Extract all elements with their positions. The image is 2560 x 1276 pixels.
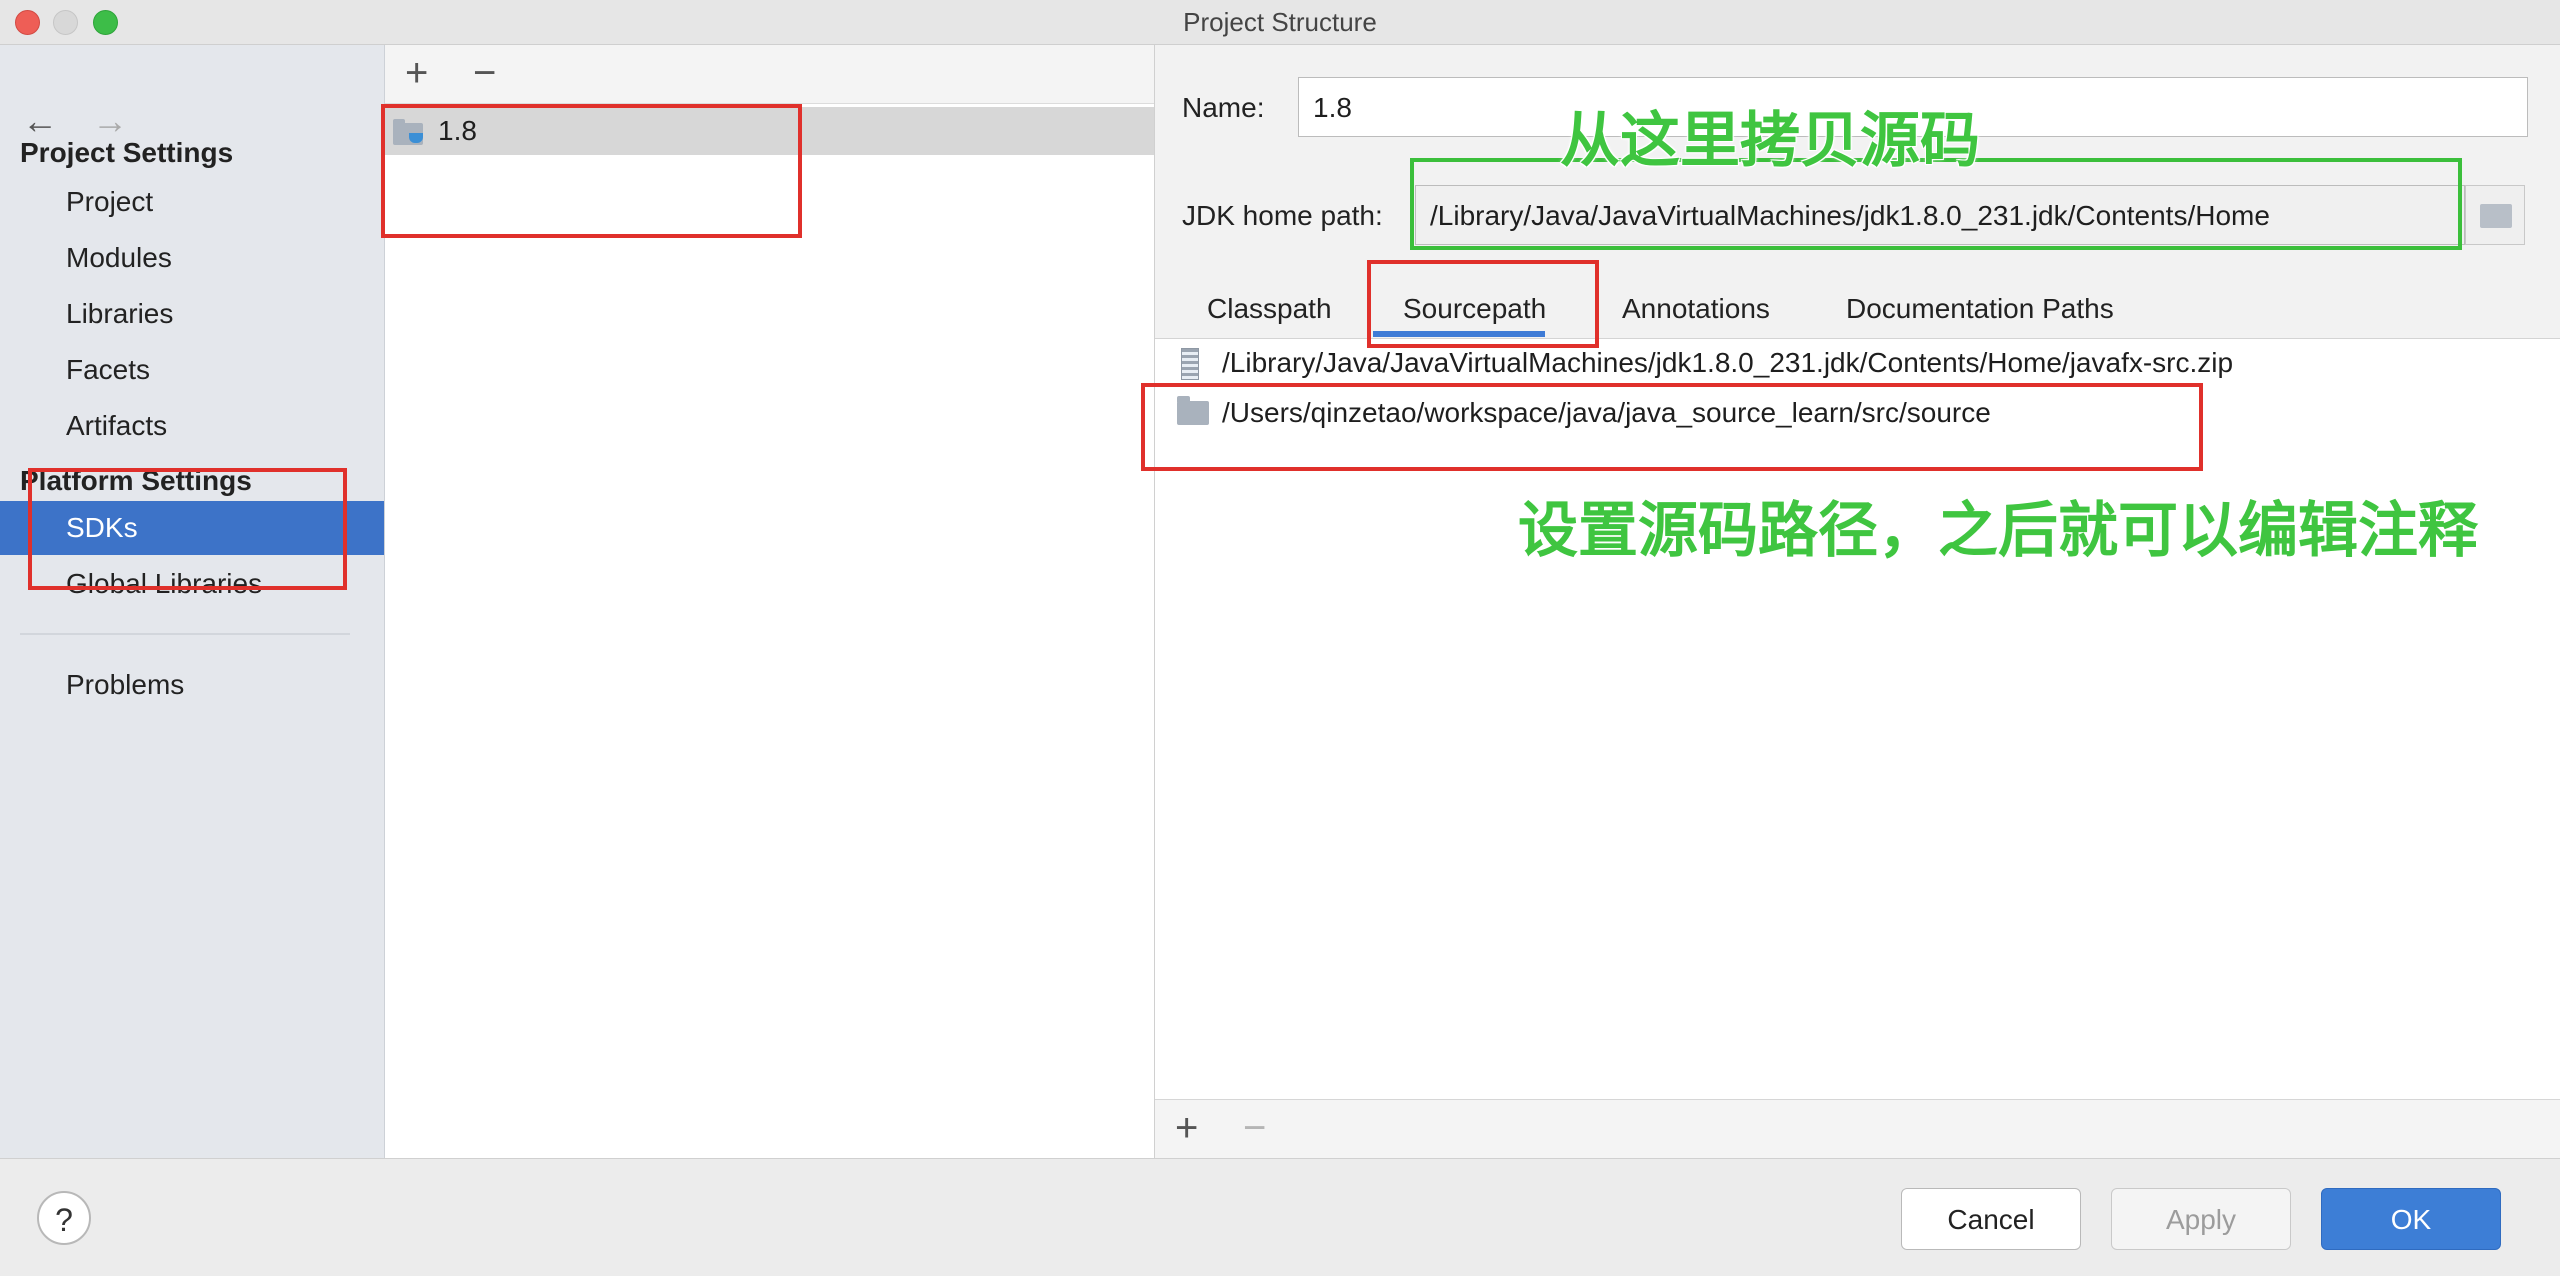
- settings-nav: ← → Project Settings Project Modules Lib…: [0, 45, 385, 1158]
- nav-item-problems[interactable]: Problems: [0, 658, 384, 712]
- add-path-button[interactable]: +: [1175, 1106, 1198, 1150]
- tab-annotations[interactable]: Annotations: [1622, 285, 1770, 333]
- nav-item-facets[interactable]: Facets: [0, 343, 384, 397]
- nav-item-label: Artifacts: [66, 410, 168, 441]
- project-settings-heading: Project Settings: [20, 137, 234, 168]
- nav-item-label: Project: [66, 186, 154, 217]
- copy-source-annotation: 从这里拷贝源码: [1560, 107, 1980, 174]
- nav-item-label: Modules: [66, 242, 172, 273]
- nav-divider: [20, 633, 350, 635]
- forward-arrow-icon[interactable]: →: [92, 100, 128, 142]
- sdk-list-toolbar: + −: [385, 45, 1154, 104]
- browse-folder-button[interactable]: [2465, 185, 2525, 245]
- nav-item-modules[interactable]: Modules: [0, 231, 384, 285]
- apply-button[interactable]: Apply: [2111, 1188, 2291, 1250]
- name-label: Name:: [1182, 92, 1265, 123]
- title-bar: Project Structure: [0, 0, 2560, 45]
- window-title: Project Structure: [1183, 7, 1377, 37]
- tab-classpath[interactable]: Classpath: [1207, 285, 1332, 333]
- sourcepath-tab-highlight: [1367, 260, 1599, 348]
- sdk-item-highlight: [381, 104, 802, 238]
- project-structure-window: Project Structure ← → Project Settings P…: [0, 0, 2560, 1276]
- source-path-row[interactable]: /Library/Java/JavaVirtualMachines/jdk1.8…: [1155, 339, 2560, 387]
- remove-path-button[interactable]: −: [1243, 1106, 1266, 1150]
- sdks-nav-highlight: [28, 468, 347, 590]
- tab-documentation-paths[interactable]: Documentation Paths: [1846, 285, 2114, 333]
- add-sdk-button[interactable]: +: [405, 51, 428, 95]
- nav-item-label: Facets: [66, 354, 151, 385]
- nav-item-project[interactable]: Project: [0, 175, 384, 229]
- remove-sdk-button[interactable]: −: [473, 51, 496, 95]
- nav-item-artifacts[interactable]: Artifacts: [0, 399, 384, 453]
- cancel-button[interactable]: Cancel: [1901, 1188, 2081, 1250]
- nav-item-label: Problems: [66, 669, 185, 700]
- open-folder-icon: [2480, 204, 2512, 228]
- help-button[interactable]: ?: [37, 1191, 91, 1245]
- set-source-annotation: 设置源码路径，之后就可以编辑注释: [1518, 497, 2478, 564]
- ok-button[interactable]: OK: [2321, 1188, 2501, 1250]
- sourcepath-toolbar: + −: [1155, 1099, 2560, 1159]
- back-arrow-icon[interactable]: ←: [22, 100, 58, 142]
- nav-item-label: Libraries: [66, 298, 174, 329]
- source-path-highlight: [1141, 383, 2203, 471]
- nav-item-libraries[interactable]: Libraries: [0, 287, 384, 341]
- zip-archive-icon: [1181, 348, 1199, 380]
- jdk-home-path-label: JDK home path:: [1182, 200, 1383, 231]
